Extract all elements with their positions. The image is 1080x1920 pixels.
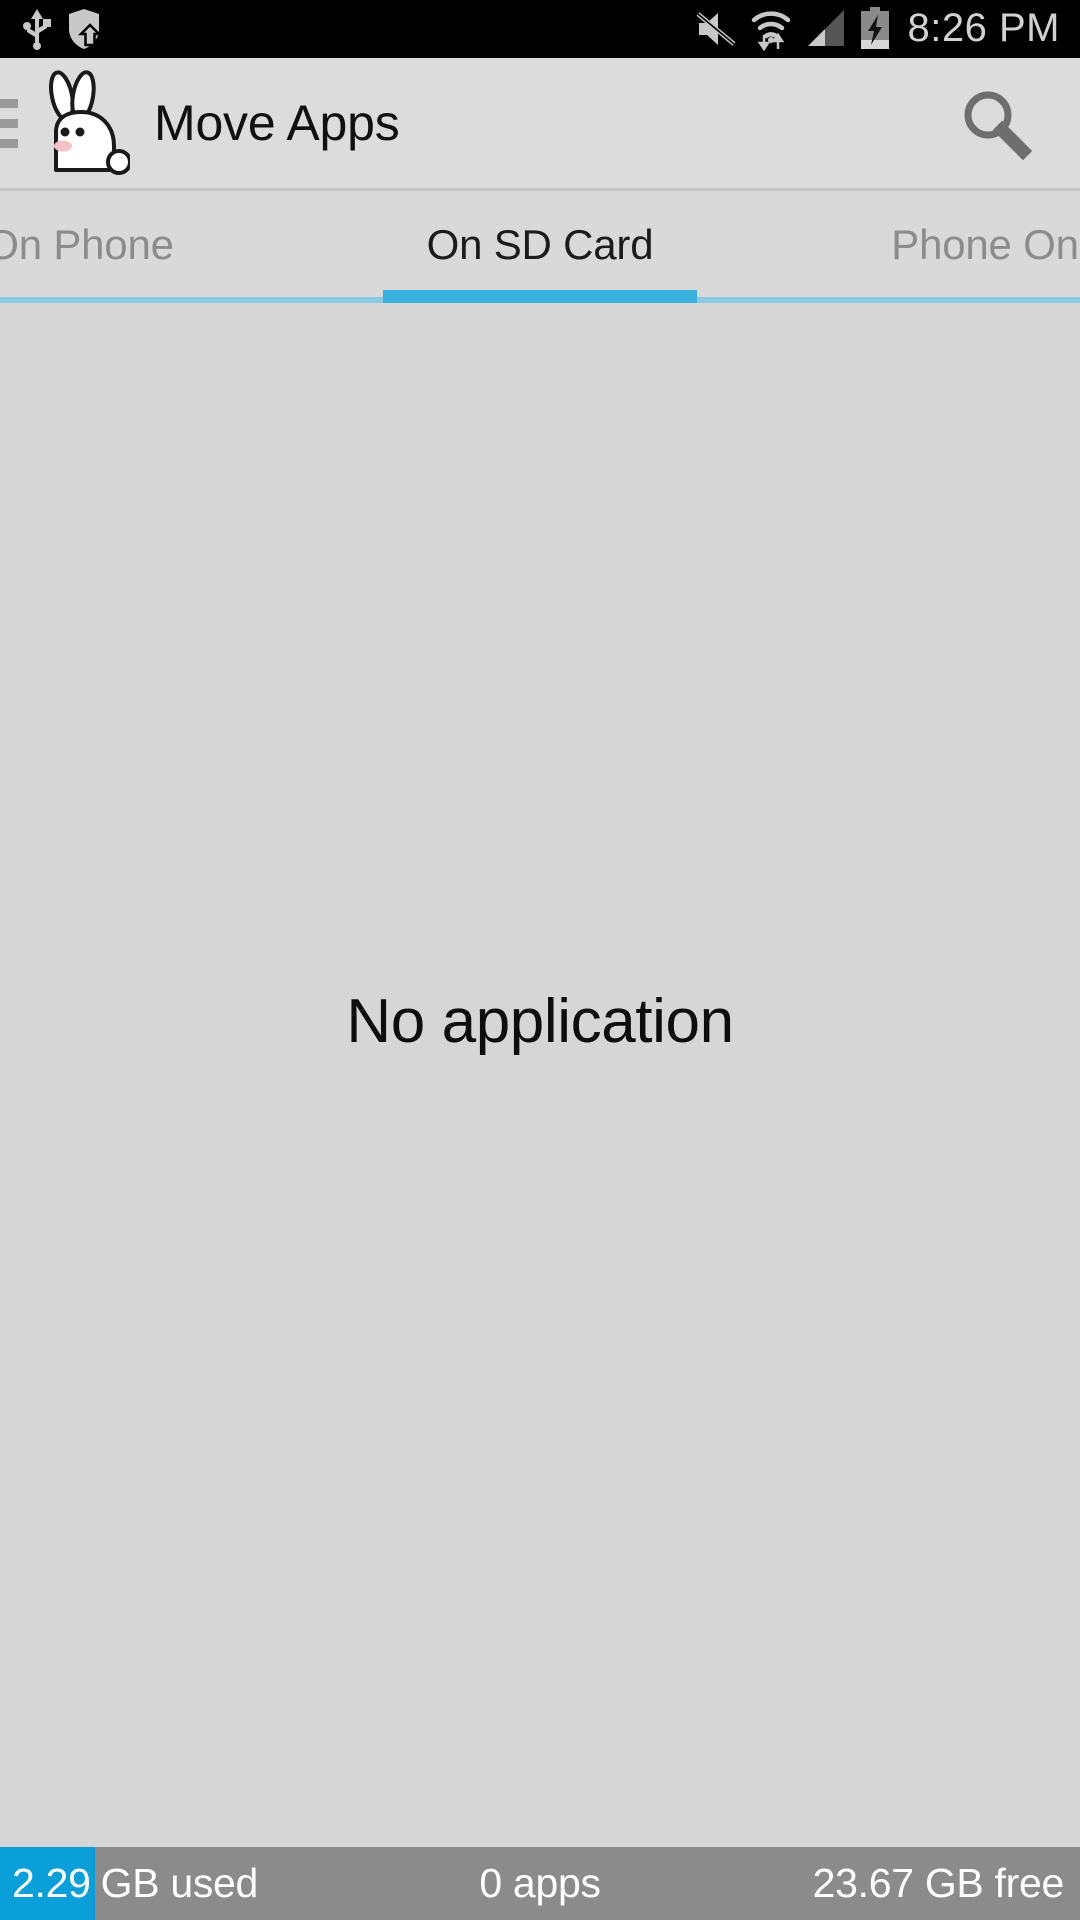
tab-on-sd-card[interactable]: On SD Card <box>310 218 770 266</box>
tab-on-phone[interactable]: On Phone <box>0 218 310 266</box>
phone-screen: 8:26 PM Move Apps On Phone On SD Card Ph… <box>0 0 1080 1920</box>
mute-icon <box>696 12 735 46</box>
shield-security-icon <box>69 9 102 49</box>
empty-state-message: No application <box>346 986 734 1056</box>
active-tab-indicator <box>383 290 697 303</box>
status-bar-left-icons <box>0 7 102 51</box>
tab-list: On Phone On SD Card Phone Only <box>0 188 1080 296</box>
rabbit-icon <box>34 68 130 178</box>
battery-charging-icon <box>860 7 889 49</box>
app-list-area: No application <box>0 303 1080 1847</box>
hamburger-menu-icon[interactable] <box>0 97 18 149</box>
status-bar-right-icons: 8:26 PM <box>694 7 1080 51</box>
cell-signal-icon <box>807 10 844 46</box>
storage-free: 23.67 GB free <box>812 1860 1065 1906</box>
storage-status-bar: 2.29 GB used 0 apps 23.67 GB free <box>0 1847 1080 1920</box>
app-bar: Move Apps <box>0 58 1080 188</box>
storage-free-wrap: 23.67 GB free <box>812 1860 1065 1906</box>
wifi-transfer-icon <box>751 11 790 51</box>
status-bar-clock: 8:26 PM <box>907 6 1060 50</box>
status-bar: 8:26 PM <box>0 0 1080 58</box>
tab-phone-only[interactable]: Phone Only <box>770 218 1080 266</box>
app-count: 0 apps <box>479 1860 601 1906</box>
tab-bar: On Phone On SD Card Phone Only <box>0 188 1080 303</box>
page-title: Move Apps <box>154 95 400 151</box>
search-icon[interactable] <box>952 80 1038 166</box>
usb-icon <box>23 9 51 50</box>
